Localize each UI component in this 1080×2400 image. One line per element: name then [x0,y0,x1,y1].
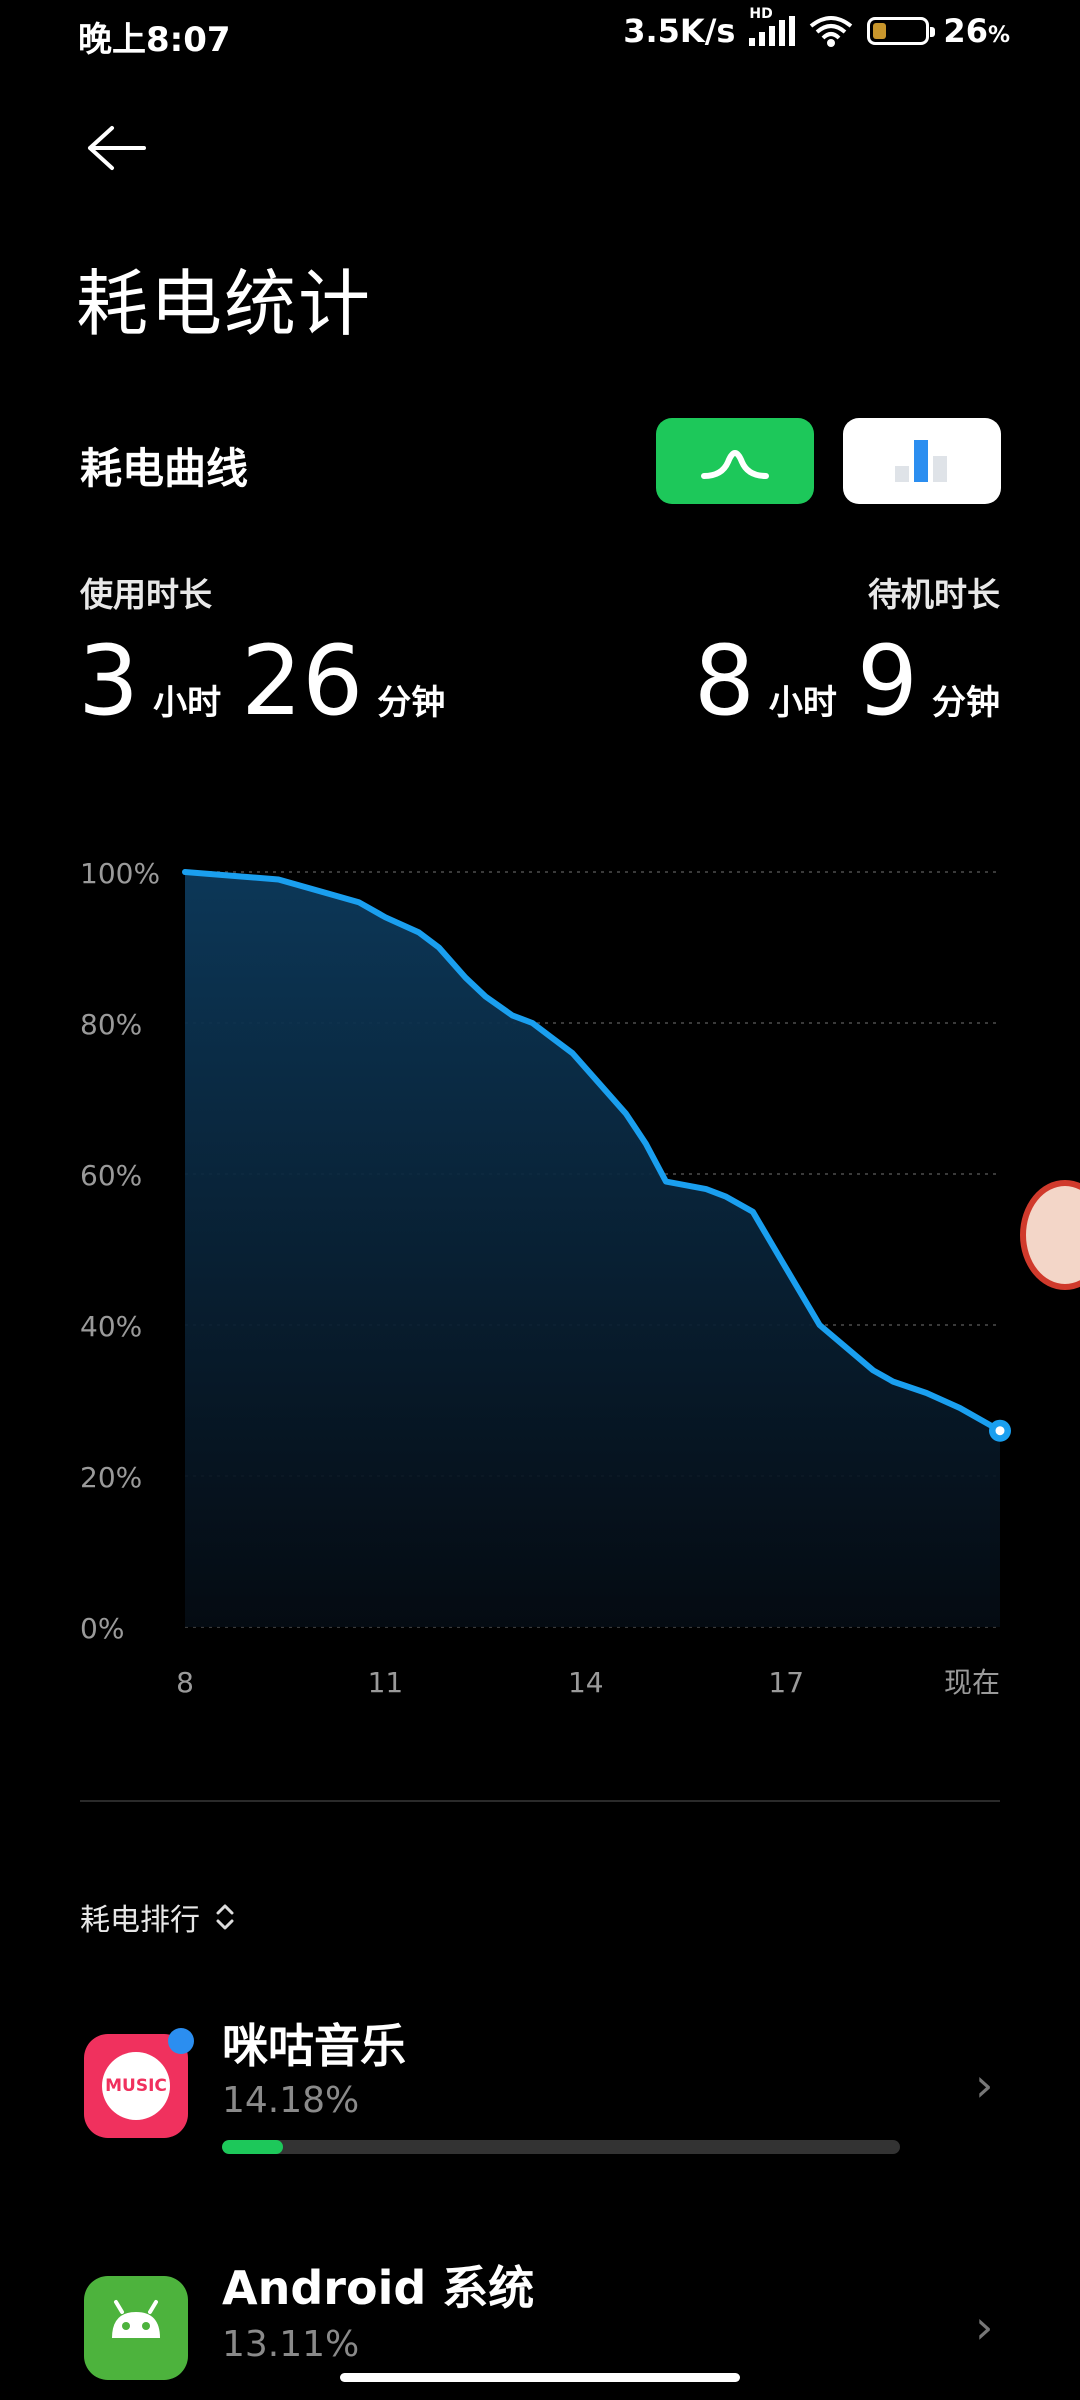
curve-view-button[interactable] [656,418,814,504]
status-indicators: 3.5K/s HD 26% [623,6,1010,50]
y-tick-label: 60% [80,1159,142,1192]
standby-time-label: 待机时长 [868,575,1000,614]
ranking-label: 耗电排行 [80,1903,200,1938]
usage-bar-fill [222,2140,284,2154]
mobile-signal-icon: HD [749,6,796,46]
app-percent: 13.11% [222,2324,360,2365]
active-time-label: 使用时长 [80,575,212,614]
chevron-right-icon: › [975,2300,994,2354]
hour-unit: 小时 [153,683,222,723]
standby-hours: 8 [693,625,755,737]
battery-icon [867,17,936,45]
page-title: 耗电统计 [76,262,373,346]
chevron-right-icon: › [975,2058,994,2112]
standby-minutes: 9 [856,625,918,737]
net-type: HD [749,6,773,22]
status-time: 晚上8:07 [78,20,231,60]
standby-time-value: 8 小时 9 分钟 [694,625,1000,737]
app-percent: 14.18% [222,2080,360,2121]
x-tick-label: 11 [368,1666,404,1699]
migu-music-icon: MUSIC [84,2028,194,2138]
area-fill [185,872,1000,1627]
back-arrow-icon[interactable] [82,118,152,178]
hour-unit: 小时 [768,683,837,723]
active-minutes: 26 [241,625,364,737]
minute-unit: 分钟 [932,683,1000,723]
y-tick-label: 20% [80,1461,142,1494]
sort-updown-icon [216,1904,234,1930]
battery-curve-chart: 100% 80% 60% 40% 20% 0% 8 11 14 17 现在 [80,857,1011,1699]
status-bar: 晚上8:07 3.5K/s HD 26% [0,0,1080,70]
active-hours: 3 [78,625,140,737]
curve-icon [701,450,769,479]
app-name: Android 系统 [222,2261,535,2315]
minute-unit: 分钟 [377,683,446,723]
battery-fill [873,23,887,39]
usage-bar [222,2140,900,2154]
x-tick-label: 8 [176,1666,194,1699]
current-point-center [995,1426,1005,1436]
app-name: 咪咕音乐 [222,2019,406,2073]
home-indicator[interactable] [340,2373,740,2382]
x-tick-label: 14 [568,1666,604,1699]
active-time-value: 3 小时 26 分钟 [78,625,445,737]
wifi-icon [810,16,853,47]
bar-chart-icon [895,440,947,482]
y-tick-label: 80% [80,1008,142,1041]
ranking-sort-button[interactable]: 耗电排行 [80,1895,236,1939]
y-tick-label: 100% [80,857,160,890]
bar-view-button[interactable] [843,418,1001,504]
battery-percent: 26% [943,12,1010,50]
x-tick-label: 现在 [944,1666,1000,1699]
net-speed: 3.5K/s [623,12,736,50]
y-tick-label: 40% [80,1310,142,1343]
divider [80,1800,1000,1802]
y-tick-label: 0% [80,1612,124,1645]
android-icon [84,2276,188,2380]
curve-label: 耗电曲线 [80,444,249,493]
x-tick-label: 17 [768,1666,804,1699]
